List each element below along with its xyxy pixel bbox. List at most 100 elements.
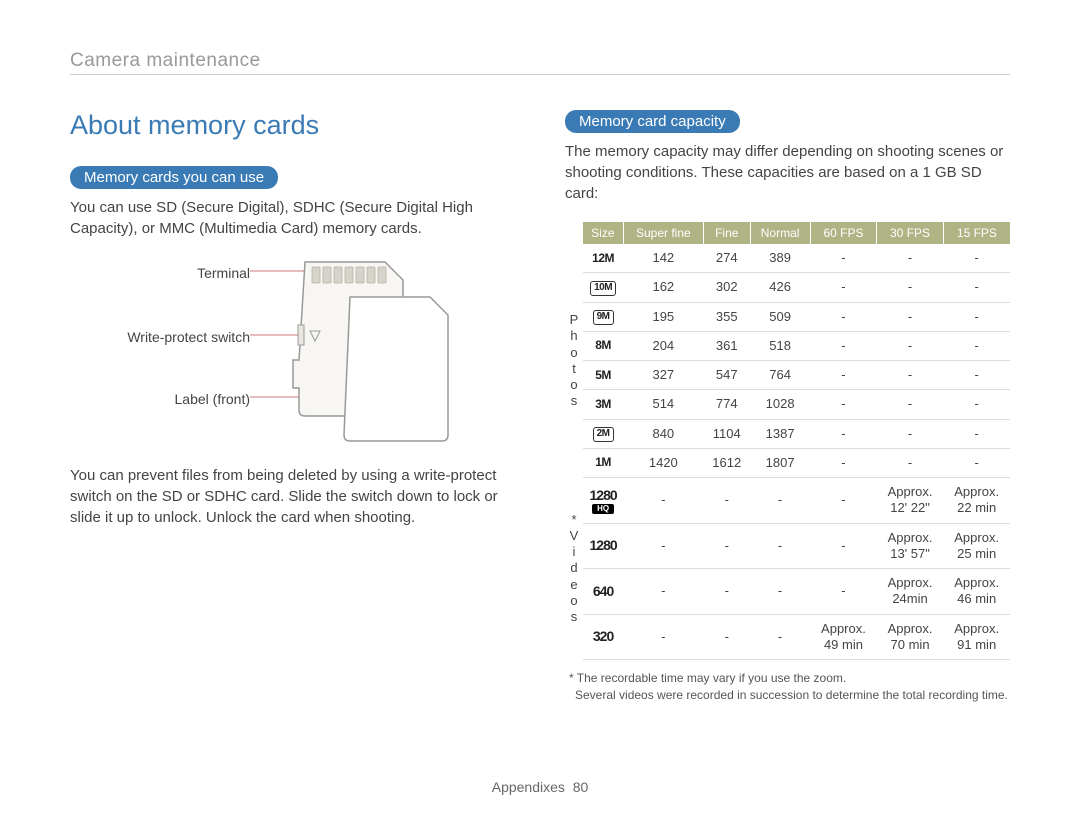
size-cell: 10M [583,273,623,302]
cell: - [810,331,877,360]
cell: 514 [623,390,703,419]
size-cell: 320 [583,614,623,660]
subheading-memory-card-capacity: Memory card capacity [565,110,740,133]
capacity-table: Size Super fine Fine Normal 60 FPS 30 FP… [565,222,1010,660]
cell: - [877,361,944,390]
cell: - [810,478,877,524]
cell: - [810,273,877,302]
cell: - [877,302,944,331]
page-footer: Appendixes 80 [0,779,1080,795]
capacity-intro: The memory capacity may differ depending… [565,141,1010,204]
cell: 142 [623,244,703,273]
table-row: 10M162302426--- [565,273,1010,302]
capacity-footnote: * The recordable time may vary if you us… [565,670,1010,704]
cell: 389 [750,244,810,273]
cell: 162 [623,273,703,302]
side-label-photos: P h o t o s [565,244,583,478]
cell: - [810,419,877,448]
table-row: 1280----Approx.13' 57"Approx.25 min [565,523,1010,569]
cell: 327 [623,361,703,390]
cell: - [750,569,810,615]
footer-section: Appendixes [492,779,565,795]
size-cell: 5M [583,361,623,390]
cell: - [943,273,1010,302]
table-row: 9M195355509--- [565,302,1010,331]
cell: Approx.91 min [943,614,1010,660]
cell: 774 [703,390,750,419]
cell: - [810,361,877,390]
left-column: About memory cards Memory cards you can … [70,110,515,704]
cell: 1807 [750,448,810,477]
subheading-memory-cards-use: Memory cards you can use [70,166,278,189]
cell: 1420 [623,448,703,477]
cell: - [943,448,1010,477]
col-fine: Fine [703,222,750,244]
col-60fps: 60 FPS [810,222,877,244]
cell: - [877,331,944,360]
table-row: 3M5147741028--- [565,390,1010,419]
footer-page-number: 80 [573,779,589,795]
cell: 204 [623,331,703,360]
size-cell: 3M [583,390,623,419]
cell: - [943,331,1010,360]
size-cell: 1280HQ [583,478,623,524]
table-row: 8M204361518--- [565,331,1010,360]
cell: - [703,614,750,660]
cell: - [810,390,877,419]
cell: - [810,569,877,615]
cell: 547 [703,361,750,390]
use-paragraph-1: You can use SD (Secure Digital), SDHC (S… [70,197,515,239]
size-cell: 1M [583,448,623,477]
cell: 274 [703,244,750,273]
cell: 518 [750,331,810,360]
cell: Approx.46 min [943,569,1010,615]
cell: 195 [623,302,703,331]
table-row: 2M84011041387--- [565,419,1010,448]
cell: - [877,390,944,419]
size-cell: 9M [583,302,623,331]
cell: - [623,523,703,569]
cell: Approx.70 min [877,614,944,660]
cell: - [877,273,944,302]
cell: 355 [703,302,750,331]
cell: - [877,419,944,448]
col-normal: Normal [750,222,810,244]
cell: - [750,614,810,660]
cell: 1028 [750,390,810,419]
cell: - [750,523,810,569]
size-cell: 12M [583,244,623,273]
cell: 426 [750,273,810,302]
cell: - [703,478,750,524]
cell: - [623,569,703,615]
cell: Approx.22 min [943,478,1010,524]
col-30fps: 30 FPS [877,222,944,244]
size-cell: 8M [583,331,623,360]
size-cell: 2M [583,419,623,448]
cell: - [943,302,1010,331]
cell: Approx.25 min [943,523,1010,569]
cell: Approx.24min [877,569,944,615]
page-title: About memory cards [70,110,515,141]
cell: - [810,523,877,569]
cell: - [943,244,1010,273]
cell: 840 [623,419,703,448]
table-row: * V i d e o s1280HQ----Approx.12' 22"App… [565,478,1010,524]
cell: - [703,523,750,569]
right-column: Memory card capacity The memory capacity… [565,110,1010,704]
table-row: 1M142016121807--- [565,448,1010,477]
cell: 1104 [703,419,750,448]
cell: 509 [750,302,810,331]
cell: - [623,478,703,524]
diagram-label-terminal: Terminal [197,265,250,281]
table-header-row: Size Super fine Fine Normal 60 FPS 30 FP… [565,222,1010,244]
cell: 361 [703,331,750,360]
sd-card-illustration-icon [250,257,470,447]
col-15fps: 15 FPS [943,222,1010,244]
cell: 302 [703,273,750,302]
table-row: 320---Approx.49 minApprox.70 minApprox.9… [565,614,1010,660]
cell: 764 [750,361,810,390]
col-size: Size [583,222,623,244]
col-super-fine: Super fine [623,222,703,244]
table-row: P h o t o s12M142274389--- [565,244,1010,273]
sd-card-diagram: Terminal Write-protect switch Label (fro… [70,257,515,447]
